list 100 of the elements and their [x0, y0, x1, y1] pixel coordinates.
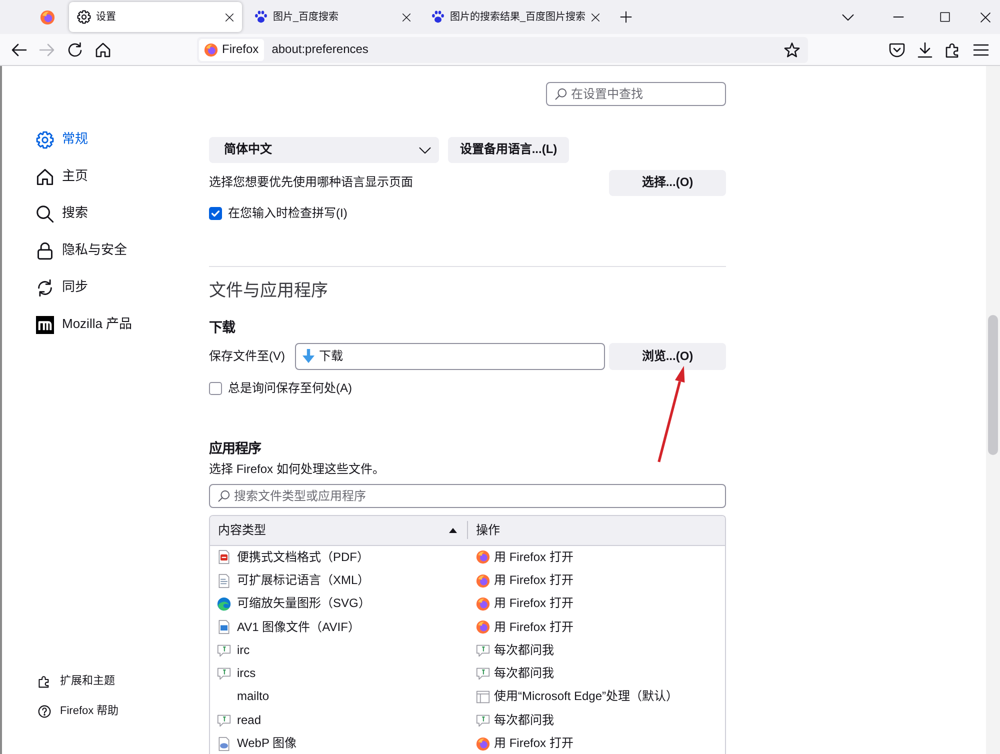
- action-text: 用 Firefox 打开: [494, 620, 574, 636]
- subsection-heading: 下载: [209, 318, 236, 337]
- browser-logo-icon: [476, 574, 490, 588]
- sidebar-item[interactable]: 隐私与安全: [36, 232, 200, 269]
- bookmark-star-icon[interactable]: [784, 42, 800, 58]
- tab[interactable]: 图片_百度搜索: [246, 2, 419, 32]
- subsection-heading: 应用程序: [209, 440, 262, 458]
- download-arrow-icon: [302, 349, 315, 364]
- home-icon: [36, 168, 54, 186]
- content-type-text: 便携式文档格式（PDF）: [237, 550, 369, 566]
- browser-logo-icon: [476, 736, 490, 751]
- sidebar-item[interactable]: 主页: [36, 158, 200, 195]
- lock-icon: [36, 242, 54, 260]
- checkbox-label[interactable]: 在您输入时检查拼写(I): [228, 206, 348, 222]
- sidebar-item[interactable]: Mozilla 产品: [36, 306, 200, 343]
- section-heading: 文件与应用程序: [209, 280, 329, 302]
- document-icon: [217, 574, 231, 588]
- tab[interactable]: 图片的搜索结果_百度图片搜索: [423, 2, 608, 32]
- content-type-text: AV1 图像文件（AVIF）: [237, 620, 360, 636]
- chevron-down-icon[interactable]: [842, 14, 854, 20]
- browser-logo-icon: [40, 10, 54, 24]
- action-text: 用 Firefox 打开: [494, 572, 574, 589]
- browse-button[interactable]: 浏览...(O): [609, 342, 726, 370]
- speech-bubble-icon: [476, 666, 490, 681]
- puzzle-icon[interactable]: [945, 42, 961, 58]
- action-text: 每次都问我: [494, 642, 554, 658]
- content-type-text: WebP 图像: [237, 736, 297, 752]
- field-label: 保存文件至(V): [209, 348, 286, 364]
- identity-button[interactable]: Firefox: [199, 38, 264, 60]
- search-icon: [218, 490, 230, 502]
- image-file-icon: [217, 736, 231, 751]
- content-type-text: ircs: [237, 666, 256, 682]
- content-type-text: irc: [237, 642, 250, 658]
- download-folder-field[interactable]: 下载: [295, 342, 605, 370]
- content-type-text: 可缩放矢量图形（SVG）: [237, 596, 370, 612]
- speech-bubble-icon: [476, 714, 490, 728]
- sidebar-item[interactable]: 同步: [36, 269, 200, 306]
- alternative-languages-button[interactable]: 设置备用语言...(L): [448, 137, 569, 163]
- app-window-icon: [476, 690, 490, 704]
- url-text: about:preferences: [272, 42, 368, 58]
- pocket-icon[interactable]: [889, 42, 905, 58]
- content-type-text: mailto: [237, 689, 270, 706]
- help-icon: [38, 704, 51, 718]
- checkbox-label[interactable]: 总是询问保存至何处(A): [228, 381, 352, 397]
- sidebar-item[interactable]: 搜索: [36, 195, 200, 232]
- sidebar-link[interactable]: Firefox 帮助: [36, 696, 200, 726]
- content-type-text: 可扩展标记语言（XML）: [237, 572, 370, 589]
- image-file-icon: [217, 620, 231, 634]
- gear-icon: [36, 130, 54, 148]
- action-text: 使用“Microsoft Edge”处理（默认）: [494, 689, 678, 706]
- prompt-text: 选择您想要优先使用哪种语言显示页面: [209, 175, 413, 191]
- speech-bubble-icon: [217, 644, 231, 658]
- action-text: 每次都问我: [494, 666, 554, 682]
- checkbox[interactable]: [209, 382, 222, 396]
- sidebar-item[interactable]: 常规: [36, 121, 200, 158]
- checkbox[interactable]: [209, 207, 222, 220]
- chevron-down-icon: [419, 146, 431, 154]
- sync-icon: [36, 278, 54, 296]
- speech-bubble-icon: [217, 666, 231, 681]
- paw-icon: [254, 10, 268, 24]
- pdf-file-icon: [217, 550, 231, 564]
- download-icon[interactable]: [917, 42, 933, 58]
- description-text: 选择 Firefox 如何处理这些文件。: [209, 460, 386, 477]
- maximize-icon[interactable]: [940, 12, 950, 22]
- language-select[interactable]: 简体中文: [209, 137, 439, 163]
- app-logo-icon: [217, 597, 231, 612]
- choose-button[interactable]: 选择...(O): [609, 170, 726, 196]
- sidebar-link[interactable]: 扩展和主题: [36, 666, 200, 696]
- sort-arrow-icon: [449, 528, 457, 533]
- content-type-text: read: [237, 712, 262, 728]
- browser-logo-icon: [204, 42, 218, 56]
- close-icon[interactable]: [590, 12, 600, 22]
- scrollbar-track[interactable]: [986, 66, 1000, 754]
- reload-icon[interactable]: [67, 42, 83, 58]
- address-bar[interactable]: Firefox about:preferences: [197, 36, 808, 62]
- close-icon[interactable]: [402, 12, 411, 22]
- action-text: 用 Firefox 打开: [494, 596, 574, 612]
- close-icon[interactable]: [225, 12, 234, 22]
- puzzle-icon: [38, 674, 51, 688]
- file-type-search-field[interactable]: 搜索文件类型或应用程序: [209, 484, 726, 508]
- paw-icon: [431, 10, 445, 24]
- tab[interactable]: 设置: [69, 2, 242, 32]
- speech-bubble-icon: [217, 714, 231, 728]
- action-text: 每次都问我: [494, 712, 554, 728]
- search-field[interactable]: 在设置中查找: [546, 82, 726, 106]
- home-icon[interactable]: [95, 42, 111, 58]
- gear-icon: [77, 10, 91, 24]
- close-icon[interactable]: [980, 12, 991, 22]
- search-icon: [555, 88, 567, 100]
- new-tab-icon[interactable]: [620, 11, 632, 23]
- minimize-icon[interactable]: [893, 16, 904, 18]
- menu-icon[interactable]: [973, 42, 989, 58]
- action-text: 用 Firefox 打开: [494, 736, 574, 752]
- logo-icon: [36, 316, 54, 334]
- back-arrow-icon[interactable]: [11, 42, 27, 58]
- browser-logo-icon: [476, 620, 490, 634]
- speech-bubble-icon: [476, 644, 490, 658]
- scrollbar-thumb[interactable]: [988, 315, 998, 455]
- search-icon: [36, 204, 54, 222]
- action-text: 用 Firefox 打开: [494, 550, 574, 566]
